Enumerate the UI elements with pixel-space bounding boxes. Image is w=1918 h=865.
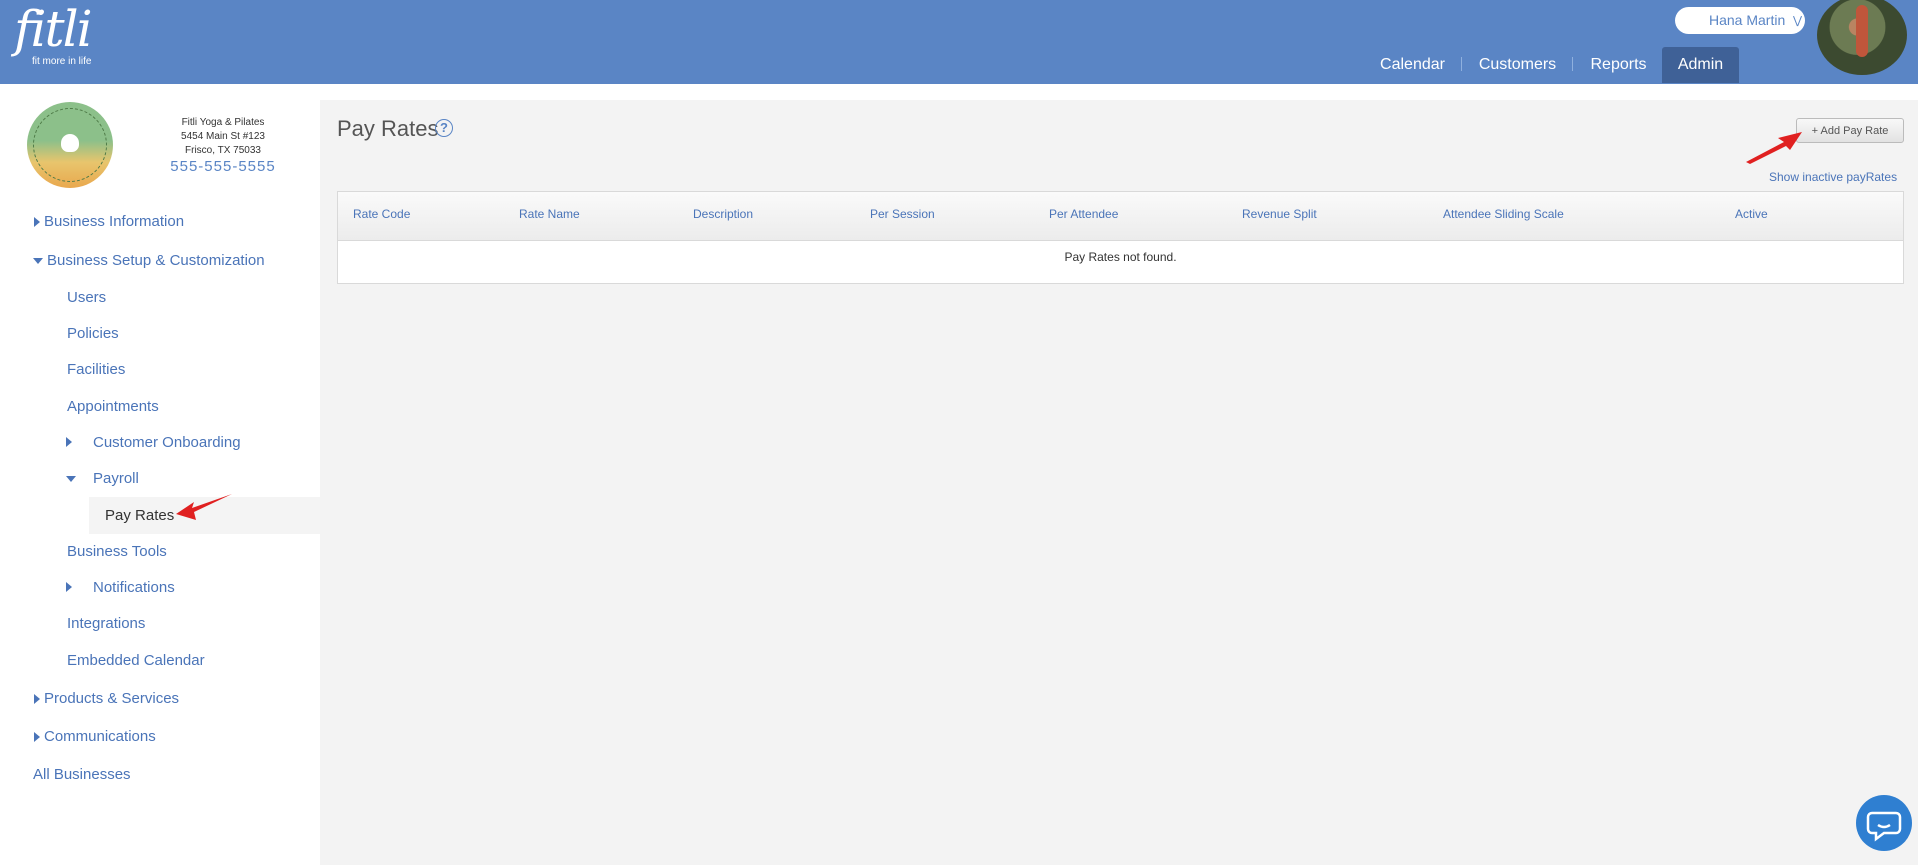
nav-customers[interactable]: Customers — [1470, 47, 1565, 83]
sidebar-item-users[interactable]: Users — [67, 289, 106, 306]
caret-down-icon[interactable] — [66, 476, 76, 482]
caret-right-icon[interactable] — [34, 217, 40, 227]
add-pay-rate-button[interactable]: + Add Pay Rate — [1796, 118, 1904, 143]
user-menu[interactable]: Hana Martin ⋁ — [1675, 7, 1805, 34]
business-address-line2: Frisco, TX 75033 — [185, 145, 261, 156]
avatar[interactable] — [1817, 0, 1907, 75]
caret-down-icon[interactable] — [33, 258, 43, 264]
sidebar-item-all-businesses[interactable]: All Businesses — [33, 766, 131, 783]
sidebar-item-payroll[interactable]: Payroll — [93, 470, 139, 487]
nav-calendar[interactable]: Calendar — [1370, 47, 1455, 83]
chevron-down-icon: ⋁ — [1793, 15, 1803, 27]
sidebar-item-facilities[interactable]: Facilities — [67, 361, 125, 378]
sidebar-item-business-setup[interactable]: Business Setup & Customization — [47, 252, 265, 269]
chat-button[interactable] — [1856, 795, 1912, 851]
column-description[interactable]: Description — [693, 207, 753, 221]
sidebar-item-embedded-calendar[interactable]: Embedded Calendar — [67, 652, 205, 669]
help-icon[interactable]: ? — [435, 119, 453, 137]
nav-reports[interactable]: Reports — [1580, 47, 1657, 83]
sidebar: Fitli Yoga & Pilates 5454 Main St #123 F… — [0, 84, 320, 865]
caret-right-icon[interactable] — [66, 582, 72, 592]
chat-bubble-icon — [1866, 811, 1902, 842]
sidebar-item-communications[interactable]: Communications — [44, 728, 156, 745]
business-name: Fitli Yoga & Pilates — [181, 117, 265, 128]
business-address: Fitli Yoga & Pilates 5454 Main St #123 F… — [150, 116, 296, 158]
annotation-arrow-icon — [176, 494, 232, 520]
column-rate-code[interactable]: Rate Code — [353, 207, 410, 221]
annotation-arrow-icon — [1746, 132, 1802, 164]
page-title: Pay Rates — [337, 116, 439, 141]
logo-tagline: fit more in life — [32, 56, 92, 67]
sidebar-item-products-services[interactable]: Products & Services — [44, 690, 179, 707]
table-header: Rate Code Rate Name Description Per Sess… — [338, 192, 1903, 241]
sidebar-item-business-tools[interactable]: Business Tools — [67, 543, 167, 560]
caret-right-icon[interactable] — [66, 437, 72, 447]
column-per-session[interactable]: Per Session — [870, 207, 935, 221]
logo-wordmark: fitli — [14, 0, 93, 58]
sidebar-item-policies[interactable]: Policies — [67, 325, 119, 342]
sidebar-item-pay-rates[interactable]: Pay Rates — [105, 507, 174, 524]
column-revenue-split[interactable]: Revenue Split — [1242, 207, 1317, 221]
business-phone[interactable]: 555-555-5555 — [150, 158, 296, 175]
sidebar-item-customer-onboarding[interactable]: Customer Onboarding — [93, 434, 241, 451]
sidebar-item-notifications[interactable]: Notifications — [93, 579, 175, 596]
pay-rates-table: Rate Code Rate Name Description Per Sess… — [337, 191, 1904, 284]
column-rate-name[interactable]: Rate Name — [519, 207, 580, 221]
nav-divider — [1572, 57, 1573, 71]
sidebar-item-integrations[interactable]: Integrations — [67, 615, 145, 632]
nav-admin[interactable]: Admin — [1662, 47, 1739, 83]
user-name: Hana Martin — [1709, 12, 1786, 28]
top-header: fitli fit more in life Hana Martin ⋁ Cal… — [0, 0, 1918, 84]
sidebar-item-appointments[interactable]: Appointments — [67, 398, 159, 415]
business-address-line1: 5454 Main St #123 — [181, 131, 265, 142]
fitli-logo[interactable]: fitli fit more in life — [14, 4, 93, 67]
nav-divider — [1461, 57, 1462, 71]
column-attendee-sliding-scale[interactable]: Attendee Sliding Scale — [1443, 207, 1564, 221]
show-inactive-link[interactable]: Show inactive payRates — [1769, 170, 1897, 184]
sidebar-item-business-information[interactable]: Business Information — [44, 213, 184, 230]
column-per-attendee[interactable]: Per Attendee — [1049, 207, 1118, 221]
column-active[interactable]: Active — [1735, 207, 1768, 221]
caret-right-icon[interactable] — [34, 694, 40, 704]
caret-right-icon[interactable] — [34, 732, 40, 742]
business-logo — [27, 102, 113, 188]
empty-table-message: Pay Rates not found. — [1064, 250, 1177, 264]
